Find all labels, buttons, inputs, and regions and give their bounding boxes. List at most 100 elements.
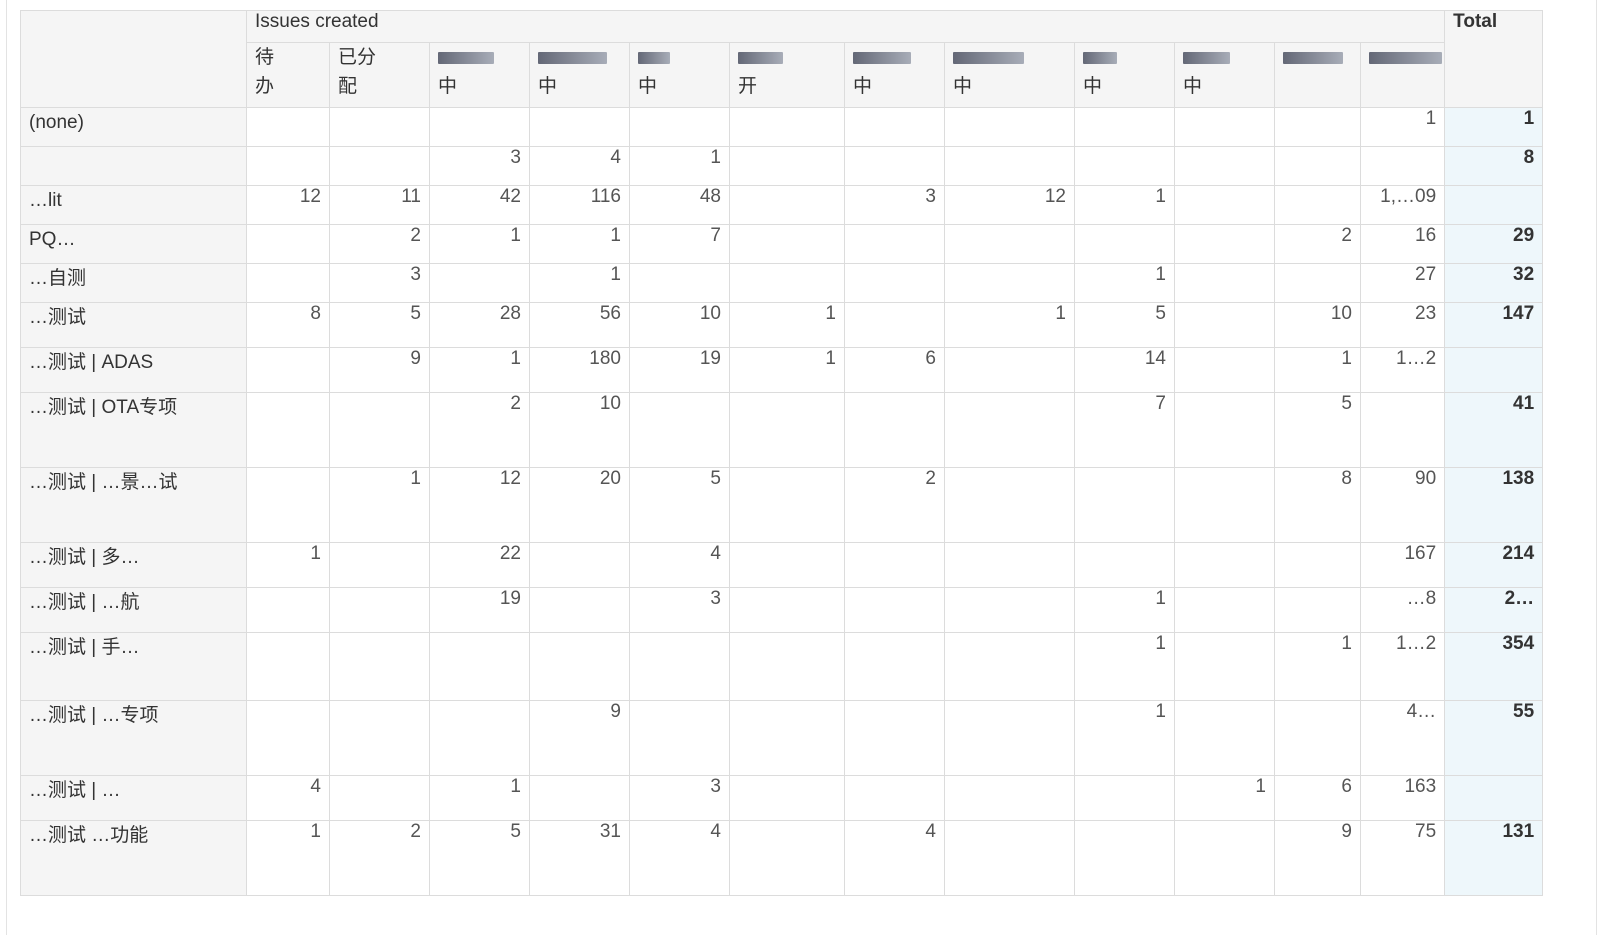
table-cell[interactable]: 1 [246,820,330,896]
row-total-cell[interactable]: 32 [1444,263,1544,303]
table-cell[interactable]: 1 [529,224,630,264]
row-total-cell[interactable]: 41 [1444,392,1544,468]
table-cell[interactable]: 12 [429,467,530,543]
table-cell[interactable]: 1 [329,467,430,543]
table-cell[interactable]: 20 [529,467,630,543]
table-cell[interactable]: 3 [629,587,730,633]
row-total-cell[interactable]: 354 [1444,632,1544,701]
table-cell[interactable]: 10 [529,392,630,468]
table-cell[interactable]: 19 [429,587,530,633]
table-cell[interactable]: …8 [1359,587,1446,633]
row-label[interactable]: PQ… [20,224,247,264]
table-cell[interactable]: 167 [1359,542,1446,588]
table-cell[interactable]: 2 [329,820,430,896]
table-cell[interactable]: 5 [1274,392,1361,468]
table-cell[interactable]: 42 [429,185,530,225]
table-cell[interactable]: 1 [1074,263,1175,303]
table-cell[interactable]: 1 [1074,700,1175,776]
table-cell[interactable]: 2 [844,467,945,543]
row-label[interactable]: …自测 [20,263,247,303]
table-cell[interactable]: 4… [1359,700,1446,776]
table-cell[interactable]: 2 [429,392,530,468]
table-cell[interactable]: 5 [429,820,530,896]
row-total-cell[interactable]: 55 [1444,700,1544,776]
table-cell[interactable]: 116 [529,185,630,225]
column-header[interactable] [1359,42,1446,108]
row-total-cell[interactable]: 29 [1444,224,1544,264]
table-cell[interactable]: 10 [629,302,730,348]
column-header[interactable]: 中 [429,42,530,108]
row-label[interactable]: …测试 | …专项 [20,700,247,776]
table-cell[interactable]: 6 [844,347,945,393]
table-cell[interactable]: 1 [429,775,530,821]
column-header[interactable]: 中 [529,42,630,108]
row-label[interactable]: …测试 | OTA专项 [20,392,247,468]
row-total-cell[interactable]: 138 [1444,467,1544,543]
row-label[interactable]: (none) [20,107,247,147]
table-cell[interactable]: 5 [329,302,430,348]
table-cell[interactable]: 1…2 [1359,347,1446,393]
column-header[interactable] [1274,42,1361,108]
column-header[interactable]: 待 办 [246,42,330,108]
table-cell[interactable]: 14 [1074,347,1175,393]
table-cell[interactable]: 163 [1359,775,1446,821]
table-cell[interactable]: 1 [429,347,530,393]
table-cell[interactable]: 1 [729,347,845,393]
table-cell[interactable]: 5 [629,467,730,543]
column-header[interactable]: 开 [729,42,845,108]
table-cell[interactable]: 1,…09 [1359,185,1446,225]
table-cell[interactable]: 1 [1074,632,1175,701]
table-cell[interactable]: 3 [629,775,730,821]
table-cell[interactable]: 6 [1274,775,1361,821]
table-cell[interactable]: 10 [1274,302,1361,348]
row-total-cell[interactable]: 2… [1444,587,1544,633]
table-cell[interactable]: 1 [1274,347,1361,393]
table-cell[interactable]: 48 [629,185,730,225]
table-cell[interactable]: 8 [246,302,330,348]
table-cell[interactable]: 7 [629,224,730,264]
table-cell[interactable]: 1 [246,542,330,588]
row-label[interactable]: …测试 | 手… [20,632,247,701]
column-header[interactable]: 中 [844,42,945,108]
table-cell[interactable]: 2 [1274,224,1361,264]
row-total-cell[interactable] [1444,775,1544,821]
row-label[interactable]: …测试 | …航 [20,587,247,633]
table-cell[interactable]: 2 [329,224,430,264]
table-cell[interactable]: 22 [429,542,530,588]
table-cell[interactable]: 4 [246,775,330,821]
table-cell[interactable]: 1 [1074,587,1175,633]
table-cell[interactable]: 1 [529,263,630,303]
column-header[interactable]: 中 [1174,42,1275,108]
row-total-cell[interactable] [1444,347,1544,393]
table-cell[interactable]: 8 [1274,467,1361,543]
table-cell[interactable]: 3 [329,263,430,303]
table-cell[interactable]: 4 [629,820,730,896]
table-cell[interactable]: 11 [329,185,430,225]
table-cell[interactable]: 1 [1174,775,1275,821]
table-cell[interactable]: 28 [429,302,530,348]
table-cell[interactable]: 12 [246,185,330,225]
row-total-cell[interactable]: 8 [1444,146,1544,186]
table-cell[interactable]: 23 [1359,302,1446,348]
row-label[interactable]: …lit [20,185,247,225]
row-total-cell[interactable]: 214 [1444,542,1544,588]
table-cell[interactable]: 3 [844,185,945,225]
table-cell[interactable]: 19 [629,347,730,393]
row-label[interactable] [20,146,247,186]
table-cell[interactable]: 27 [1359,263,1446,303]
table-cell[interactable]: 9 [1274,820,1361,896]
row-total-cell[interactable]: 1 [1444,107,1544,147]
table-cell[interactable]: 180 [529,347,630,393]
table-cell[interactable]: 16 [1359,224,1446,264]
table-cell[interactable]: 1 [629,146,730,186]
row-label[interactable]: …测试 | … [20,775,247,821]
table-cell[interactable]: 1 [729,302,845,348]
table-cell[interactable]: 5 [1074,302,1175,348]
row-total-cell[interactable]: 147 [1444,302,1544,348]
column-header[interactable]: 中 [944,42,1075,108]
row-label[interactable]: …测试 [20,302,247,348]
row-label[interactable]: …测试 | …景…试 [20,467,247,543]
table-cell[interactable]: 31 [529,820,630,896]
row-total-cell[interactable] [1444,185,1544,225]
row-label[interactable]: …测试 | ADAS [20,347,247,393]
